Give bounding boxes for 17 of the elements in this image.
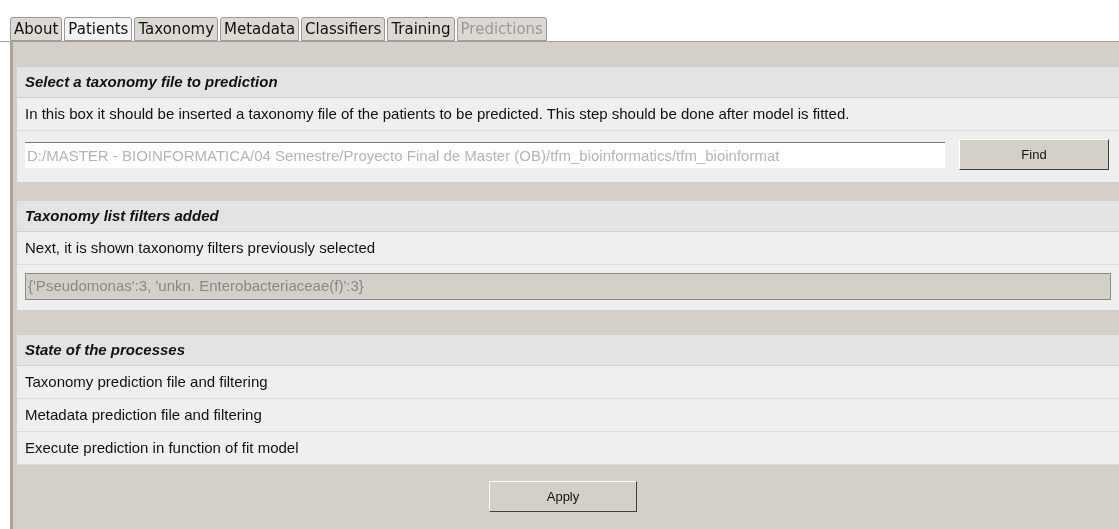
- section-header: Select a taxonomy file to prediction: [17, 66, 1119, 98]
- section-header: State of the processes: [17, 334, 1119, 366]
- text-row: In this box it should be inserted a taxonomy file of the patients to be predicted. This step should be done after model is fitted.: [17, 98, 1119, 131]
- text-row: Next, it is shown taxonomy filters previously selected: [17, 232, 1119, 265]
- tab[interactable]: About: [10, 17, 63, 41]
- tab[interactable]: Training: [387, 17, 455, 41]
- find-button[interactable]: Find: [959, 139, 1109, 170]
- tab[interactable]: Metadata: [220, 17, 300, 41]
- tab[interactable]: Patients: [64, 17, 133, 41]
- apply-button[interactable]: Apply: [489, 481, 637, 512]
- text-row: Execute prediction in function of fit model: [17, 432, 1119, 465]
- tab[interactable]: Classifiers: [301, 17, 386, 41]
- section-header: Taxonomy list filters added: [17, 200, 1119, 232]
- text-row: Metadata prediction file and filtering: [17, 399, 1119, 432]
- tab[interactable]: Taxonomy: [134, 17, 219, 41]
- file-path-field[interactable]: D:/MASTER - BIOINFORMATICA/04 Semestre/Proyecto Final de Master (OB)/tfm_bioinformatics/tfm_bioinformat: [25, 141, 945, 168]
- text-row: Taxonomy prediction file and filtering: [17, 366, 1119, 399]
